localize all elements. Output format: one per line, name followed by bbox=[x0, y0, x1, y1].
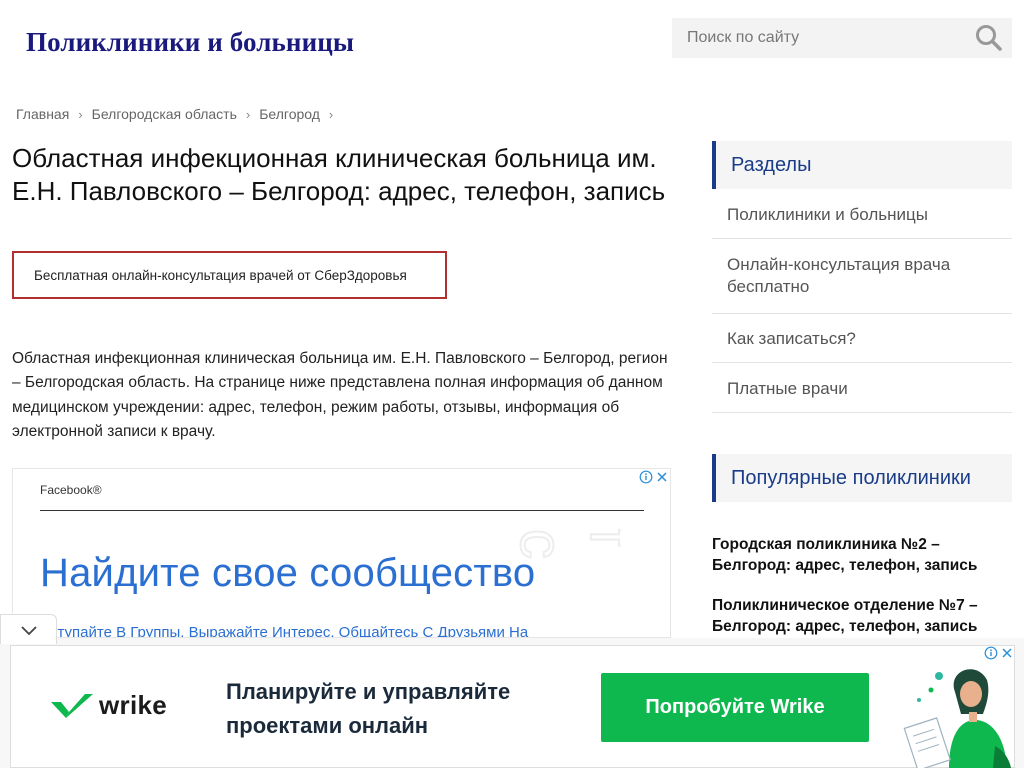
info-icon[interactable] bbox=[984, 646, 998, 660]
svg-text:f: f bbox=[578, 529, 621, 546]
wrike-wordmark: wrike bbox=[99, 690, 167, 720]
site-title[interactable]: Поликлиники и больницы bbox=[26, 27, 354, 58]
sidebar-item-clinics[interactable]: Поликлиники и больницы bbox=[712, 189, 1012, 239]
close-icon[interactable] bbox=[1000, 646, 1014, 660]
wrike-slogan: Планируйте и управляйте проектами онлайн bbox=[226, 675, 586, 743]
promo-label: Бесплатная онлайн-консультация врачей от… bbox=[34, 267, 407, 283]
wrike-slogan-line-2: проектами онлайн bbox=[226, 713, 429, 738]
search-input[interactable] bbox=[672, 18, 962, 58]
sidebar-item-paid-doctors[interactable]: Платные врачи bbox=[712, 363, 1012, 413]
ad-brand: Facebook® bbox=[40, 483, 102, 497]
breadcrumb-item-region[interactable]: Белгородская область bbox=[92, 106, 237, 122]
wrike-cta-button[interactable]: Попробуйте Wrike bbox=[601, 673, 869, 742]
page-title: Областная инфекционная клиническая больн… bbox=[12, 143, 666, 206]
popular-clinic-link[interactable]: Поликлиническое отделение №7 – Белгород:… bbox=[712, 595, 1012, 637]
wrike-logo[interactable]: wrike bbox=[51, 690, 167, 721]
sidebar-sections: Разделы Поликлиники и больницы Онлайн-ко… bbox=[712, 141, 1012, 413]
collapse-ad-button[interactable] bbox=[0, 614, 57, 644]
wrike-slogan-line-1: Планируйте и управляйте bbox=[226, 679, 511, 704]
promo-consultation-button[interactable]: Бесплатная онлайн-консультация врачей от… bbox=[12, 251, 447, 299]
wrike-check-icon bbox=[51, 693, 93, 718]
sidebar-sections-header: Разделы bbox=[712, 141, 1012, 189]
ad-controls bbox=[639, 470, 669, 484]
popular-clinic-link[interactable]: Городская поликлиника №2 – Белгород: адр… bbox=[712, 534, 1012, 576]
content-ad[interactable]: Facebook® c f Найдите свое сообщество Вс… bbox=[12, 468, 671, 638]
breadcrumb: Главная › Белгородская область › Белгоро… bbox=[16, 106, 342, 122]
woman-with-documents-illustration bbox=[903, 669, 1011, 768]
ad-headline[interactable]: Найдите свое сообщество bbox=[40, 551, 535, 596]
breadcrumb-item-home[interactable]: Главная bbox=[16, 106, 69, 122]
chevron-down-icon bbox=[20, 625, 37, 635]
search-button[interactable] bbox=[974, 23, 1004, 53]
breadcrumb-separator: › bbox=[328, 106, 334, 122]
breadcrumb-separator: › bbox=[78, 106, 83, 122]
article-intro: Областная инфекционная клиническая больн… bbox=[12, 350, 668, 440]
search-box bbox=[672, 18, 1012, 58]
ad-subline[interactable]: Вступайте В Группы. Выражайте Интерес. О… bbox=[40, 624, 528, 637]
sidebar-item-online-consultation[interactable]: Онлайн-консультация врача бесплатно bbox=[712, 239, 1012, 314]
bottom-ad-controls bbox=[984, 646, 1014, 660]
breadcrumb-item-city[interactable]: Белгород bbox=[259, 106, 320, 122]
breadcrumb-separator: › bbox=[245, 106, 251, 122]
sidebar-popular: Популярные поликлиники Городская поликли… bbox=[712, 454, 1012, 637]
sidebar-popular-header: Популярные поликлиники bbox=[712, 454, 1012, 502]
info-icon[interactable] bbox=[639, 470, 653, 484]
bottom-ad[interactable]: wrike Планируйте и управляйте проектами … bbox=[10, 645, 1015, 768]
close-icon[interactable] bbox=[655, 470, 669, 484]
sidebar-item-how-to-book[interactable]: Как записаться? bbox=[712, 314, 1012, 363]
search-icon bbox=[976, 25, 1002, 51]
